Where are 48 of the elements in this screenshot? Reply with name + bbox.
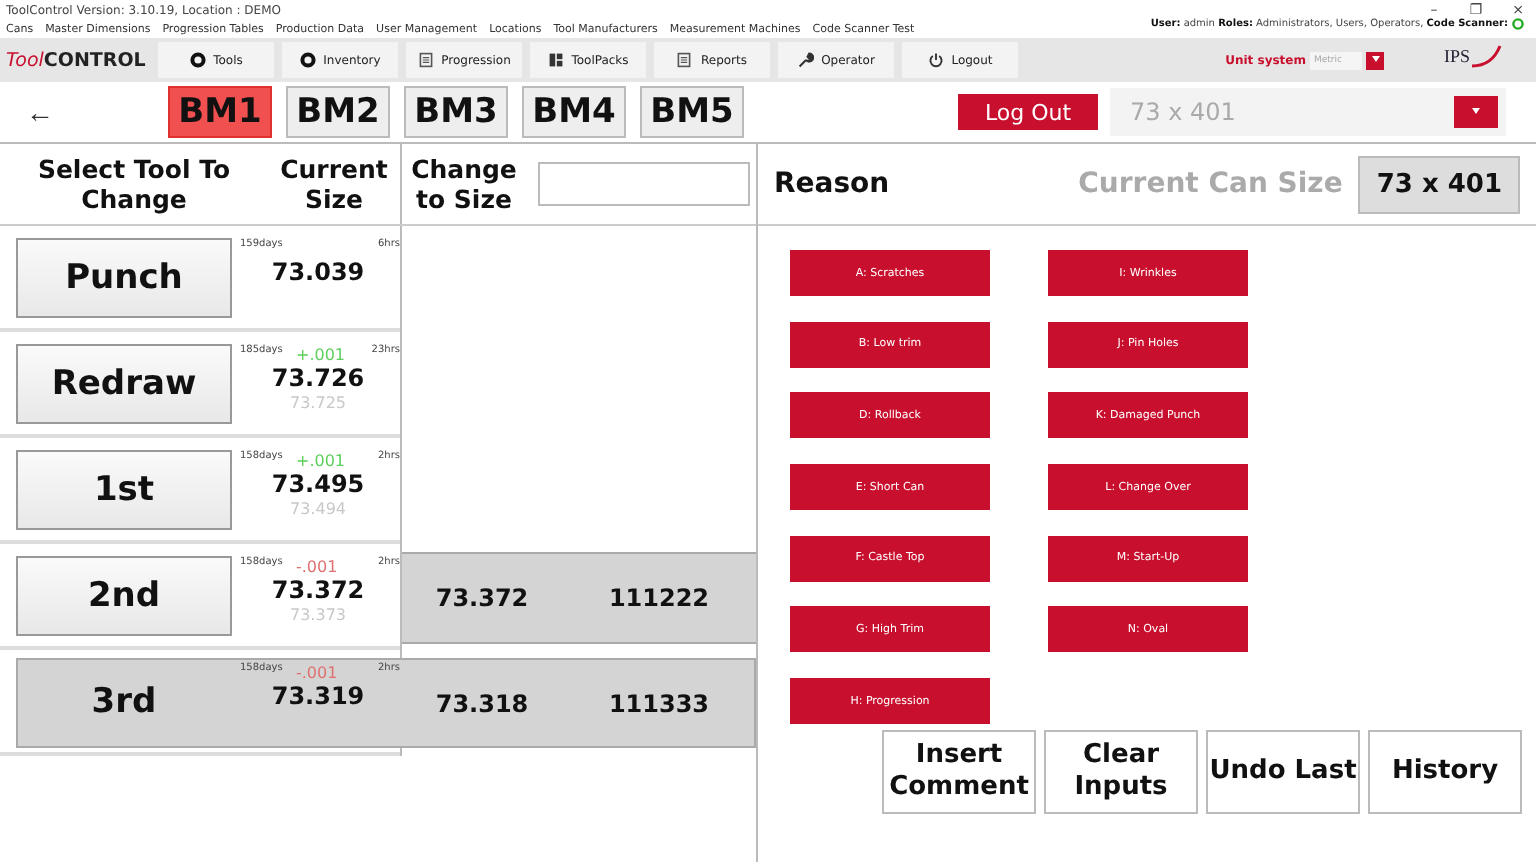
back-button[interactable]: ←: [0, 96, 80, 128]
current-size: 73.039: [269, 257, 367, 285]
ring-icon: [189, 52, 206, 68]
action-button[interactable]: Clear Inputs: [1044, 730, 1198, 814]
action-button[interactable]: History: [1368, 730, 1522, 814]
column-header: Current Size: [278, 154, 390, 214]
tool-button[interactable]: Redraw: [16, 343, 232, 423]
caret-icon: [1371, 56, 1379, 62]
machine-tab[interactable]: BM1: [168, 86, 272, 138]
can-size-value: 73 x 401: [1358, 155, 1520, 213]
action-button[interactable]: Insert Comment: [882, 730, 1036, 814]
caret-icon: [1472, 108, 1480, 114]
current-size: 73.319: [269, 681, 367, 709]
current-size: 73.372: [269, 575, 367, 603]
logo: ToolCONTROL: [6, 49, 148, 71]
change-size: 73.318: [433, 689, 531, 717]
brand-logo: IPS: [1420, 40, 1520, 80]
machine-tab[interactable]: BM3: [404, 86, 508, 138]
wrench-icon: [797, 52, 814, 68]
column-header: Change to Size: [409, 154, 519, 214]
current-size: 73.495: [269, 469, 367, 497]
tool-button[interactable]: 1st: [16, 449, 232, 529]
can-size-label: Current Can Size: [1078, 168, 1343, 200]
change-code: 111333: [606, 689, 712, 717]
machine-tab[interactable]: BM2: [286, 86, 390, 138]
size-delta: -.001: [296, 663, 338, 681]
size-delta: +.001: [296, 451, 346, 469]
document-icon: [417, 52, 434, 68]
tool-button[interactable]: 3rd: [16, 661, 232, 741]
log-out-button[interactable]: Log Out: [958, 94, 1098, 130]
current-size: 73.726: [269, 363, 367, 391]
size-delta: -.001: [296, 557, 338, 575]
action-button[interactable]: Undo Last: [1206, 730, 1360, 814]
change-size: 73.372: [433, 583, 531, 611]
tool-button[interactable]: 2nd: [16, 555, 232, 635]
grid-icon: [547, 52, 564, 68]
machine-tab[interactable]: BM4: [522, 86, 626, 138]
change-code: 111222: [606, 583, 712, 611]
document-icon: [676, 52, 693, 68]
size-input-field[interactable]: [538, 162, 750, 206]
column-header: Select Tool To Change: [35, 154, 233, 214]
ring-icon: [299, 52, 316, 68]
section-title: Reason: [774, 168, 892, 200]
size-delta: +.001: [296, 345, 346, 363]
tool-button[interactable]: Punch: [16, 237, 232, 317]
logout-icon: [927, 52, 944, 68]
dropdown-button[interactable]: [1366, 51, 1384, 69]
machine-tab[interactable]: BM5: [640, 86, 744, 138]
